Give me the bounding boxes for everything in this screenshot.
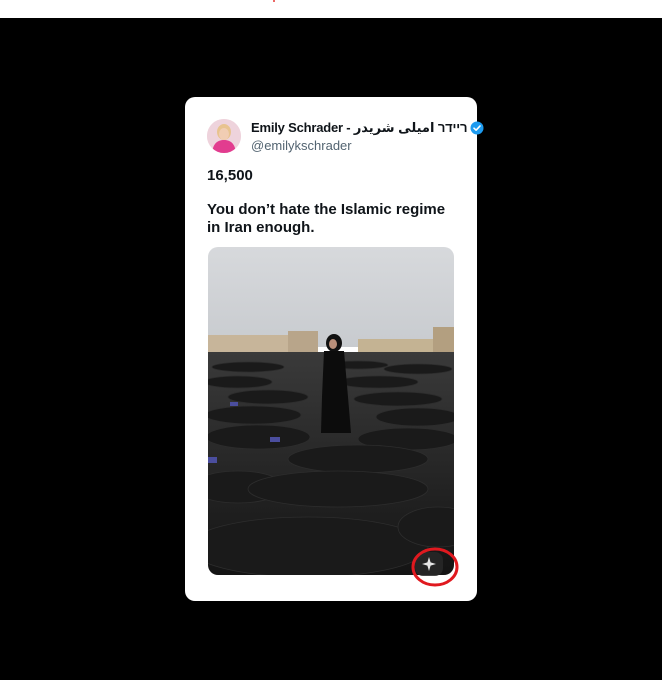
top-marker-dot [273,0,275,2]
top-strip [0,0,662,18]
post-count-text: 16,500 [207,167,253,184]
post-image[interactable] [208,247,454,575]
post-card[interactable]: Emily Schrader - ריידר امیلی شریدر @emil… [185,97,484,601]
post-body-text: You don’t hate the Islamic regime in Ira… [207,201,446,236]
author-handle[interactable]: @emilykschrader [251,138,352,153]
verified-badge-icon [470,121,484,135]
author-name-row[interactable]: Emily Schrader - ריידר امیلی شریدر [251,120,484,136]
red-annotation-circle [411,547,459,587]
avatar[interactable] [207,119,241,153]
author-display-name[interactable]: Emily Schrader - ריידר امیلی شریدر [251,120,467,136]
